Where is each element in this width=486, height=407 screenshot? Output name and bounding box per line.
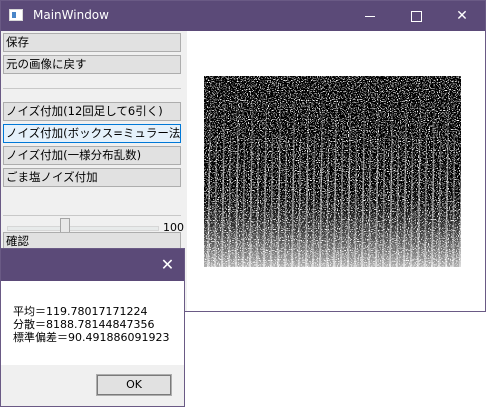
close-button[interactable]: ✕: [439, 1, 485, 31]
restore-original-button[interactable]: 元の画像に戻す: [3, 55, 181, 74]
noise-uniform-button[interactable]: ノイズ付加(一様分布乱数): [3, 146, 181, 165]
close-icon: ✕: [160, 255, 175, 274]
title-bar[interactable]: MainWindow ✕: [1, 1, 485, 31]
std-dev-text: 標準偏差＝90.491886091923: [13, 331, 170, 344]
separator: [3, 88, 181, 89]
noise-sum12-button[interactable]: ノイズ付加(12回足して6引く): [3, 102, 181, 121]
salt-pepper-noise-button[interactable]: ごま塩ノイズ付加: [3, 168, 181, 187]
minimize-button[interactable]: [347, 1, 393, 31]
noise-image: [204, 76, 461, 267]
maximize-button[interactable]: [393, 1, 439, 31]
separator: [3, 215, 181, 216]
app-window-icon: [9, 9, 23, 21]
noise-box-muller-button[interactable]: ノイズ付加(ボックス=ミュラー法cos): [3, 124, 181, 143]
close-icon: ✕: [456, 8, 468, 24]
ok-button[interactable]: OK: [96, 374, 172, 396]
maximize-icon: [410, 11, 422, 22]
window-title: MainWindow: [33, 8, 109, 22]
dialog-body: 平均＝119.78017171224 分散＝8188.78144847356 標…: [1, 281, 184, 365]
noise-slider-track[interactable]: [7, 226, 159, 231]
statistics-dialog: ✕ 平均＝119.78017171224 分散＝8188.78144847356…: [0, 248, 185, 407]
save-button[interactable]: 保存: [3, 33, 181, 52]
dialog-close-button[interactable]: ✕: [151, 249, 184, 281]
dialog-title-bar[interactable]: ✕: [1, 249, 184, 281]
minimize-icon: [365, 16, 375, 17]
